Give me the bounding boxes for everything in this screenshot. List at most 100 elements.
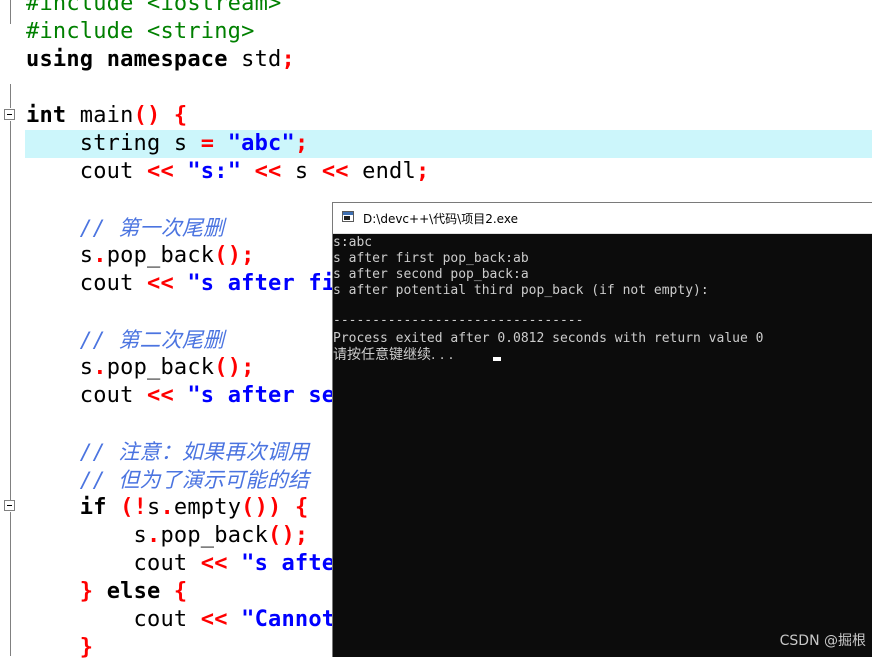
operator: (); xyxy=(214,355,255,380)
code-text: string s xyxy=(26,131,201,156)
code-line: string s = "abc"; xyxy=(26,130,308,158)
operator: << xyxy=(321,159,349,184)
operator: (); xyxy=(214,243,255,268)
console-output-line: s after potential third pop_back (if not… xyxy=(333,283,709,298)
operator: . xyxy=(93,243,107,268)
code-text: empty xyxy=(173,495,242,520)
operator: ()) xyxy=(241,495,282,520)
operator: . xyxy=(160,495,174,520)
operator: } xyxy=(79,635,94,660)
operator: () xyxy=(133,103,161,128)
console-window[interactable]: D:\devc++\代码\项目2.exe s:abc s after first… xyxy=(332,202,872,657)
code-line: // 注意：如果再次调用 xyxy=(26,438,309,466)
code-line: #include <string> xyxy=(26,19,255,44)
code-line: cout << "s:" << s << endl; xyxy=(26,158,429,186)
operator: << xyxy=(147,159,174,184)
code-line: } xyxy=(26,634,93,662)
code-text: cout xyxy=(26,159,148,184)
code-line: s.pop_back(); xyxy=(26,522,309,550)
comment: 但为了演示可能的结 xyxy=(118,468,310,492)
comment: // xyxy=(79,328,119,352)
keyword: if xyxy=(79,495,107,520)
code-text: std xyxy=(227,47,282,72)
operator: (); xyxy=(268,523,309,548)
string-literal: "s:" xyxy=(187,159,242,184)
code-text: s xyxy=(26,243,94,268)
string-literal: "s after sec xyxy=(187,383,349,408)
operator: ; xyxy=(294,131,309,156)
fold-line xyxy=(10,121,11,501)
code-line: cout << "Cannot xyxy=(26,606,336,634)
code-text: pop_back xyxy=(106,355,215,380)
console-prompt: 请按任意键继续. . . xyxy=(333,347,454,363)
operator: . xyxy=(93,355,107,380)
operator: } xyxy=(79,579,94,604)
comment: 第一次尾删 xyxy=(118,216,225,240)
keyword: int xyxy=(26,103,67,128)
string-literal: "Cannot xyxy=(241,607,336,632)
code-line: s.pop_back(); xyxy=(26,354,255,382)
comment: 注意：如果再次调用 xyxy=(118,440,310,464)
console-output-line: s after second pop_back:a xyxy=(333,267,529,282)
operator: << xyxy=(254,159,282,184)
fold-line xyxy=(10,512,11,656)
code-line: int main() { xyxy=(26,102,187,130)
operator: . xyxy=(147,523,161,548)
code-text: pop_back xyxy=(106,243,215,268)
comment: // xyxy=(79,468,119,492)
console-output-line: s:abc xyxy=(333,235,373,250)
comment: 第二次尾删 xyxy=(118,328,225,352)
code-text: main xyxy=(66,103,134,128)
code-line: } else { xyxy=(26,578,187,606)
operator: << xyxy=(200,551,228,576)
code-line: // 第一次尾删 xyxy=(26,214,224,242)
code-line: // 第二次尾删 xyxy=(26,326,224,354)
code-text: cout xyxy=(26,551,201,576)
operator: ; xyxy=(281,47,295,72)
console-cursor xyxy=(493,357,501,361)
code-text: pop_back xyxy=(160,523,269,548)
fold-line xyxy=(10,0,11,24)
code-line: using namespace std; xyxy=(26,46,295,74)
console-output-line: Process exited after 0.0812 seconds with… xyxy=(333,331,764,346)
comment: // xyxy=(79,216,119,240)
operator: << xyxy=(147,383,174,408)
code-text: endl xyxy=(348,159,416,184)
comment: // xyxy=(79,440,119,464)
console-separator: -------------------------------- xyxy=(333,313,584,328)
operator: << xyxy=(147,271,174,296)
keyword: namespace xyxy=(106,47,228,72)
console-output-line: s after first pop_back:ab xyxy=(333,251,529,266)
code-line: if (!s.empty()) { xyxy=(26,494,308,522)
code-text: cout xyxy=(26,607,201,632)
string-literal: "s after fir xyxy=(187,271,349,296)
operator: << xyxy=(200,607,228,632)
code-line: s.pop_back(); xyxy=(26,242,255,270)
fold-line xyxy=(10,84,11,108)
operator: { xyxy=(173,103,188,128)
operator: ( xyxy=(106,495,134,520)
code-line: cout << "s after sec xyxy=(26,382,349,410)
code-line: // 但为了演示可能的结 xyxy=(26,466,309,494)
code-line: cout << "s after fir xyxy=(26,270,349,298)
code-text: s xyxy=(26,523,148,548)
code-text: s xyxy=(147,495,161,520)
console-title: D:\devc++\代码\项目2.exe xyxy=(363,212,518,226)
operator: = xyxy=(200,131,215,156)
fold-toggle-icon[interactable] xyxy=(4,109,15,120)
console-titlebar[interactable]: D:\devc++\代码\项目2.exe xyxy=(333,203,872,234)
code-text: cout xyxy=(26,383,148,408)
keyword: else xyxy=(106,579,161,604)
operator: ; xyxy=(415,159,430,184)
keyword: using xyxy=(26,47,94,72)
code-text: s xyxy=(281,159,322,184)
operator: { xyxy=(294,495,309,520)
console-app-icon xyxy=(342,211,354,222)
fold-toggle-icon[interactable] xyxy=(4,500,15,511)
watermark: CSDN @掘根 xyxy=(779,633,866,649)
string-literal: "abc" xyxy=(227,131,295,156)
code-line: cout << "s after xyxy=(26,550,349,578)
code-text: s xyxy=(26,355,94,380)
code-text: cout xyxy=(26,271,148,296)
operator: ! xyxy=(133,495,148,520)
